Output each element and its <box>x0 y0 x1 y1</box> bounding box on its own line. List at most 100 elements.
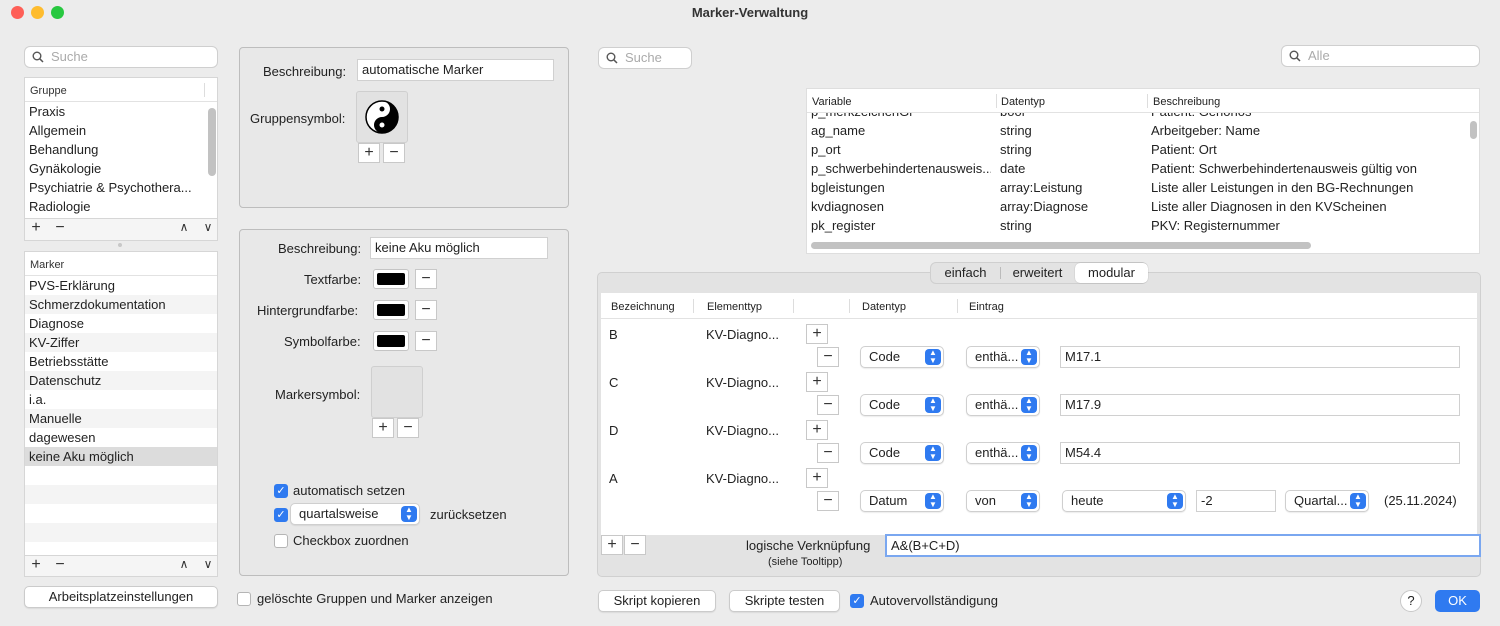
text-color-well[interactable] <box>373 269 409 289</box>
condition-operator-select[interactable]: von ▲ ▼ <box>966 490 1040 512</box>
split-view-divider-handle[interactable] <box>118 243 122 247</box>
show-deleted-checkbox[interactable] <box>237 592 251 606</box>
marker-list-item[interactable]: keine Aku möglich <box>25 447 217 466</box>
checkbox-assign-checkbox[interactable] <box>274 534 288 548</box>
condition-operator-select[interactable]: enthä... ▲ ▼ <box>966 442 1040 464</box>
group-list-item[interactable]: Radiologie <box>25 197 217 216</box>
group-list-scrollbar[interactable] <box>208 108 216 176</box>
condition-unit-select[interactable]: Quartal... ▲ ▼ <box>1285 490 1369 512</box>
variable-row[interactable]: ag_name string Arbeitgeber: Name <box>807 121 1467 140</box>
add-rule-button[interactable]: + <box>601 535 623 555</box>
marker-list-item[interactable]: dagewesen <box>25 428 217 447</box>
add-condition-button[interactable]: + <box>806 324 828 344</box>
group-list-item[interactable]: Gynäkologie <box>25 159 217 178</box>
col-bezeichnung[interactable]: Bezeichnung <box>611 301 675 313</box>
marker-list[interactable]: Marker PVS-Erklärung Schmerzdokumentation… <box>24 251 218 556</box>
remove-group-symbol-button[interactable]: − <box>383 143 405 163</box>
remove-condition-button[interactable]: − <box>817 443 839 463</box>
condition-datatype-select[interactable]: Code ▲ ▼ <box>860 442 944 464</box>
variable-table-vscrollbar[interactable] <box>1470 121 1477 139</box>
symbol-color-well[interactable] <box>373 331 409 351</box>
col-datentyp[interactable]: Datentyp <box>862 301 906 313</box>
remove-condition-button[interactable]: − <box>817 347 839 367</box>
group-list-item[interactable]: Behandlung <box>25 140 217 159</box>
add-group-button[interactable]: + <box>25 219 47 239</box>
group-search-input[interactable]: Suche <box>24 46 218 68</box>
marker-list-item[interactable]: i.a. <box>25 390 217 409</box>
group-symbol-well[interactable] <box>356 91 408 143</box>
variable-row[interactable]: p_merkzeichenGl bool Patient: Gehörlos <box>807 113 1467 121</box>
tab-modular[interactable]: modular <box>1075 263 1148 283</box>
add-condition-button[interactable]: + <box>806 468 828 488</box>
marker-list-item[interactable]: PVS-Erklärung <box>25 276 217 295</box>
col-elementtyp[interactable]: Elementtyp <box>707 301 762 313</box>
group-list[interactable]: Gruppe Praxis Allgemein Behandlung Gynäkolo… <box>24 77 218 219</box>
group-list-item[interactable]: Allgemein <box>25 121 217 140</box>
remove-group-button[interactable]: − <box>49 219 71 239</box>
add-marker-symbol-button[interactable]: + <box>372 418 394 438</box>
help-button[interactable]: ? <box>1400 590 1422 612</box>
auto-set-checkbox[interactable]: ✓ <box>274 484 288 498</box>
marker-list-item[interactable]: Datenschutz <box>25 371 217 390</box>
variable-row[interactable]: p_schwerbehindertenausweis... date Patient… <box>807 159 1467 178</box>
marker-description-field[interactable]: keine Aku möglich <box>370 237 548 259</box>
logic-expression-field[interactable]: A&(B+C+D) <box>885 534 1481 557</box>
variable-row[interactable]: p_ort string Patient: Ort <box>807 140 1467 159</box>
group-list-item[interactable]: Psychiatrie & Psychothera... <box>25 178 217 197</box>
marker-list-item[interactable]: KV-Ziffer <box>25 333 217 352</box>
variable-row[interactable]: bgleistungen array:Leistung Liste aller Le… <box>807 178 1467 197</box>
add-group-symbol-button[interactable]: + <box>358 143 380 163</box>
marker-list-item[interactable]: Betriebsstätte <box>25 352 217 371</box>
condition-datatype-select[interactable]: Code ▲ ▼ <box>860 394 944 416</box>
test-scripts-button[interactable]: Skripte testen <box>729 590 840 612</box>
variable-search-input[interactable]: Suche <box>598 47 692 69</box>
remove-marker-button[interactable]: − <box>49 556 71 576</box>
reset-period-select[interactable]: quartalsweise ▲ ▼ <box>290 503 420 525</box>
add-marker-button[interactable]: + <box>25 556 47 576</box>
background-color-well[interactable] <box>373 300 409 320</box>
marker-list-header[interactable]: Marker <box>25 252 217 276</box>
add-condition-button[interactable]: + <box>806 372 828 392</box>
autocomplete-checkbox[interactable]: ✓ <box>850 594 864 608</box>
col-variable[interactable]: Variable <box>812 96 852 108</box>
group-list-header[interactable]: Gruppe <box>25 78 217 102</box>
zoom-window-button[interactable] <box>51 6 64 19</box>
condition-operator-select[interactable]: enthä... ▲ ▼ <box>966 394 1040 416</box>
tab-einfach[interactable]: einfach <box>931 263 1000 283</box>
move-marker-up-button[interactable]: ∧ <box>173 556 195 576</box>
marker-list-item[interactable]: Diagnose <box>25 314 217 333</box>
clear-text-color-button[interactable]: − <box>415 269 437 289</box>
col-description[interactable]: Beschreibung <box>1153 96 1220 108</box>
marker-list-item[interactable]: Manuelle <box>25 409 217 428</box>
remove-rule-button[interactable]: − <box>624 535 646 555</box>
tab-erweitert[interactable]: erweitert <box>1001 263 1074 283</box>
move-marker-down-button[interactable]: ∨ <box>197 556 219 576</box>
reset-checkbox[interactable]: ✓ <box>274 508 288 522</box>
variable-table-hscrollbar[interactable] <box>811 242 1311 249</box>
add-condition-button[interactable]: + <box>806 420 828 440</box>
clear-symbol-color-button[interactable]: − <box>415 331 437 351</box>
col-eintrag[interactable]: Eintrag <box>969 301 1004 313</box>
remove-marker-symbol-button[interactable]: − <box>397 418 419 438</box>
ok-button[interactable]: OK <box>1435 590 1480 612</box>
condition-datatype-select[interactable]: Code ▲ ▼ <box>860 346 944 368</box>
clear-background-color-button[interactable]: − <box>415 300 437 320</box>
condition-value-field[interactable]: M54.4 <box>1060 442 1460 464</box>
condition-value-field[interactable]: M17.9 <box>1060 394 1460 416</box>
condition-date-base-select[interactable]: heute ▲ ▼ <box>1062 490 1186 512</box>
close-window-button[interactable] <box>11 6 24 19</box>
workplace-settings-button[interactable]: Arbeitsplatzeinstellungen <box>24 586 218 608</box>
remove-condition-button[interactable]: − <box>817 395 839 415</box>
remove-condition-button[interactable]: − <box>817 491 839 511</box>
marker-list-item[interactable]: Schmerzdokumentation <box>25 295 217 314</box>
move-group-down-button[interactable]: ∨ <box>197 219 219 239</box>
group-list-item[interactable]: Praxis <box>25 102 217 121</box>
condition-value-field[interactable]: M17.1 <box>1060 346 1460 368</box>
condition-offset-field[interactable]: -2 <box>1196 490 1276 512</box>
minimize-window-button[interactable] <box>31 6 44 19</box>
col-datatype[interactable]: Datentyp <box>1001 96 1045 108</box>
variable-filter-input[interactable]: Alle <box>1281 45 1480 67</box>
variable-table[interactable]: Variable Datentyp Beschreibung p_merkzei… <box>806 88 1480 254</box>
variable-row[interactable]: pk_register string PKV: Registernummer <box>807 216 1467 235</box>
condition-operator-select[interactable]: enthä... ▲ ▼ <box>966 346 1040 368</box>
